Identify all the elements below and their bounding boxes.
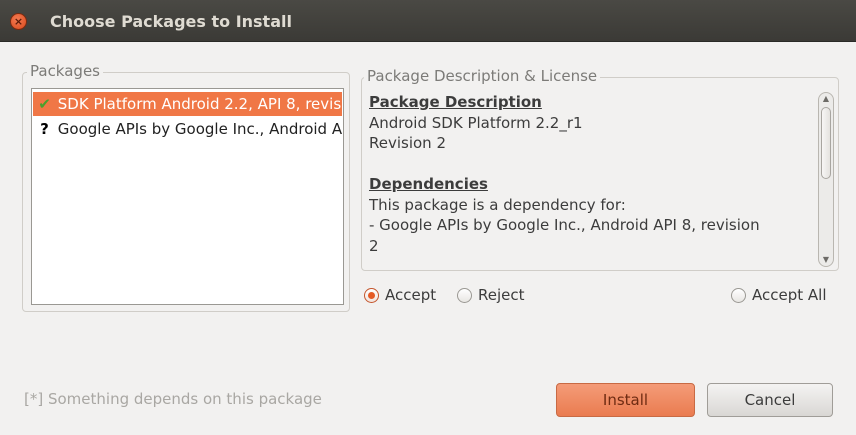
package-item-sdk-platform[interactable]: ✔ SDK Platform Android 2.2, API 8, revis…	[33, 92, 342, 116]
reject-label: Reject	[478, 286, 525, 304]
package-description-text: Package Description Android SDK Platform…	[369, 92, 817, 267]
accept-radio[interactable]: Accept	[364, 286, 436, 304]
accept-label: Accept	[385, 286, 437, 304]
package-label: Google APIs by Google Inc., Android API …	[57, 120, 342, 138]
packages-legend: Packages	[27, 62, 103, 80]
dependency-footnote: [*] Something depends on this package	[24, 390, 322, 408]
package-label: SDK Platform Android 2.2, API 8, revisio…	[57, 95, 342, 113]
window-title: Choose Packages to Install	[50, 12, 292, 31]
radio-unchecked-icon[interactable]	[457, 287, 472, 303]
reject-radio[interactable]: Reject	[457, 286, 525, 304]
radio-unchecked-icon[interactable]	[731, 287, 746, 303]
description-line: This package is a dependency for:	[369, 195, 626, 214]
accept-all-radio[interactable]: Accept All	[731, 286, 827, 304]
description-legend: Package Description & License	[364, 67, 601, 85]
install-button[interactable]: Install	[556, 383, 695, 417]
description-scrollbar[interactable]: ▲ ▼	[818, 92, 834, 267]
radio-checked-icon[interactable]	[364, 287, 379, 303]
description-line: Android SDK Platform 2.2_r1	[369, 113, 583, 132]
description-heading: Package Description	[369, 93, 542, 111]
question-icon: ?	[40, 120, 49, 138]
packages-list[interactable]: ✔ SDK Platform Android 2.2, API 8, revis…	[31, 88, 344, 305]
check-icon: ✔	[38, 95, 51, 113]
title-bar: × Choose Packages to Install	[0, 0, 856, 42]
scroll-thumb[interactable]	[821, 107, 831, 179]
scroll-up-icon[interactable]: ▲	[819, 94, 833, 104]
description-line: - Google APIs by Google Inc., Android AP…	[369, 216, 760, 234]
accept-all-label: Accept All	[752, 286, 827, 304]
close-icon[interactable]: ×	[10, 13, 27, 30]
description-line: 2	[369, 236, 379, 255]
description-line: Revision 2	[369, 134, 446, 152]
scroll-down-icon[interactable]: ▼	[819, 255, 833, 265]
cancel-button[interactable]: Cancel	[707, 383, 833, 417]
package-item-google-apis[interactable]: ? Google APIs by Google Inc., Android AP…	[33, 117, 342, 141]
dependencies-heading: Dependencies	[369, 175, 488, 193]
